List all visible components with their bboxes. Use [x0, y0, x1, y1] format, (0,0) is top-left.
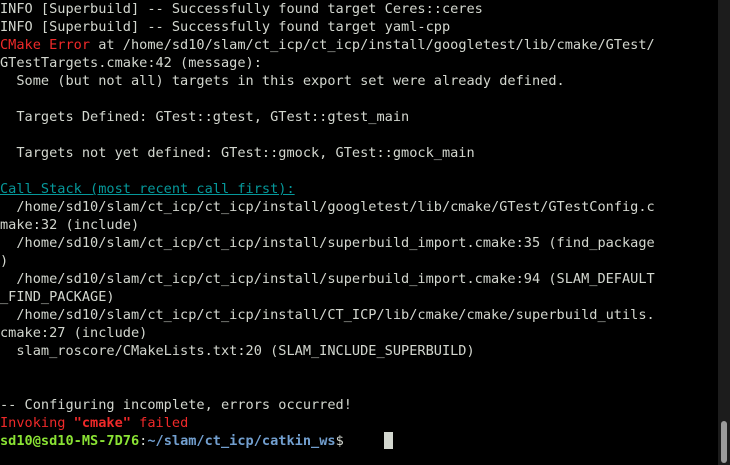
terminal-line: /home/sd10/slam/ct_icp/ct_icp/install/CT… [0, 306, 655, 324]
text-cursor [384, 432, 393, 449]
terminal-text-segment: at /home/sd10/slam/ct_icp/ct_icp/install… [90, 37, 655, 53]
terminal-line: INFO [Superbuild] -- Successfully found … [0, 18, 450, 36]
terminal-output[interactable]: INFO [Superbuild] -- Successfully found … [0, 0, 718, 465]
terminal-text-segment: Call Stack (most recent call first): [0, 181, 295, 197]
terminal-text-segment: make:32 (include) [0, 217, 140, 233]
terminal-text-segment: /home/sd10/slam/ct_icp/ct_icp/install/CT… [0, 307, 655, 323]
terminal-text-segment: failed [130, 415, 189, 431]
terminal-text-segment: Targets not yet defined: GTest::gmock, G… [0, 145, 475, 161]
terminal-line: sd10@sd10-MS-7D76:~/slam/ct_icp/catkin_w… [0, 432, 352, 450]
terminal-line: Invoking "cmake" failed [0, 414, 188, 432]
terminal-line: _FIND_PACKAGE) [0, 288, 115, 306]
terminal-line: /home/sd10/slam/ct_icp/ct_icp/install/su… [0, 270, 655, 288]
terminal-line: ) [0, 252, 8, 270]
terminal-line: cmake:27 (include) [0, 324, 147, 342]
terminal-text-segment: ) [0, 253, 9, 269]
terminal-text-segment: /home/sd10/slam/ct_icp/ct_icp/install/su… [0, 235, 655, 251]
terminal-line: slam_roscore/CMakeLists.txt:20 (SLAM_INC… [0, 342, 475, 360]
terminal-text-segment: -- Configuring incomplete, errors occurr… [0, 397, 352, 413]
terminal-text-segment: slam_roscore/CMakeLists.txt:20 (SLAM_INC… [0, 343, 475, 359]
terminal-line: Targets not yet defined: GTest::gmock, G… [0, 144, 475, 162]
terminal-text-segment: ~/slam/ct_icp/catkin_ws [147, 433, 336, 449]
terminal-text-segment: /home/sd10/slam/ct_icp/ct_icp/install/su… [0, 271, 655, 287]
terminal-text-segment: "cmake" [73, 415, 131, 431]
terminal-text-segment: Invoking [0, 415, 74, 431]
terminal-text-segment: $ [335, 433, 352, 449]
terminal-line: -- Configuring incomplete, errors occurr… [0, 396, 352, 414]
terminal-line: GTestTargets.cmake:42 (message): [0, 54, 262, 72]
terminal-line: Call Stack (most recent call first): [0, 180, 295, 198]
terminal-text-segment: CMake Error [0, 37, 91, 53]
terminal-line: Targets Defined: GTest::gtest, GTest::gt… [0, 108, 409, 126]
terminal-text-segment: _FIND_PACKAGE) [0, 289, 115, 305]
terminal-line: INFO [Superbuild] -- Successfully found … [0, 0, 483, 18]
terminal-line: make:32 (include) [0, 216, 139, 234]
terminal-line: /home/sd10/slam/ct_icp/ct_icp/install/go… [0, 198, 655, 216]
terminal-line: /home/sd10/slam/ct_icp/ct_icp/install/su… [0, 234, 655, 252]
scrollbar-thumb[interactable] [721, 421, 727, 463]
terminal-text-segment: Some (but not all) targets in this expor… [0, 73, 565, 89]
terminal-text-segment: Targets Defined: GTest::gtest, GTest::gt… [0, 109, 410, 125]
terminal-text-segment: INFO [Superbuild] -- Successfully found … [0, 1, 483, 17]
terminal-text-segment: sd10@sd10-MS-7D76 [0, 433, 140, 449]
vertical-scrollbar[interactable] [718, 0, 730, 465]
terminal-text-segment: GTestTargets.cmake:42 (message): [0, 55, 262, 71]
terminal-text-segment: /home/sd10/slam/ct_icp/ct_icp/install/go… [0, 199, 655, 215]
terminal-text-segment: cmake:27 (include) [0, 325, 148, 341]
terminal-line: CMake Error at /home/sd10/slam/ct_icp/ct… [0, 36, 655, 54]
terminal-line: Some (but not all) targets in this expor… [0, 72, 565, 90]
terminal-text-segment: INFO [Superbuild] -- Successfully found … [0, 19, 451, 35]
